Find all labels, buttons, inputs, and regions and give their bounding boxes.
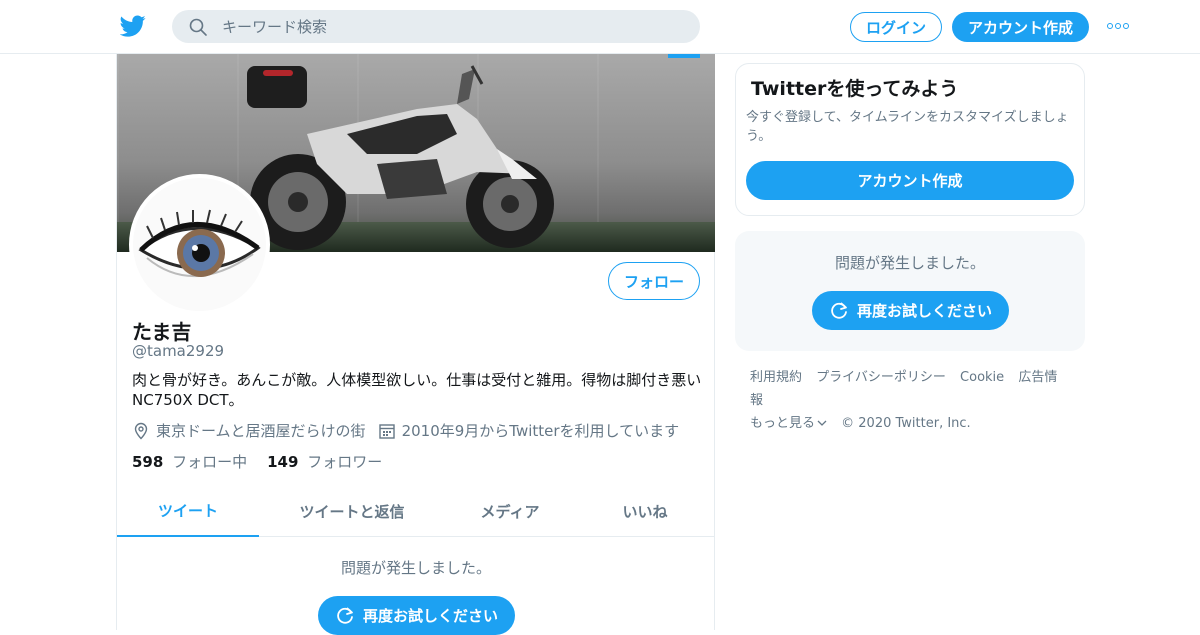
- timeline-error-text: 問題が発生しました。: [340, 559, 491, 577]
- location-text: 東京ドームと居酒屋だらけの街: [156, 422, 366, 440]
- more-dots-icon[interactable]: [1106, 18, 1132, 34]
- eye-avatar-image: [133, 178, 266, 311]
- joined-text: 2010年9月からTwitterを利用しています: [401, 422, 680, 440]
- search-box[interactable]: [172, 10, 700, 43]
- timeline-retry-button[interactable]: 再度お試しください: [318, 596, 515, 635]
- twitter-bird-icon[interactable]: [120, 13, 146, 39]
- sidebar-error-card: 問題が発生しました。 再度お試しください: [735, 231, 1085, 351]
- followers-count: 149: [267, 453, 299, 471]
- chevron-down-icon: [817, 420, 827, 426]
- promo-title: Twitterを使ってみよう: [751, 78, 959, 100]
- avatar[interactable]: [129, 174, 270, 315]
- footer-link-cookie[interactable]: Cookie: [960, 370, 1004, 385]
- footer-link-terms[interactable]: 利用規約: [750, 370, 802, 385]
- profile-joined: 2010年9月からTwitterを利用しています: [378, 420, 680, 441]
- profile-bio: 肉と骨が好き。あんこが敵。人体模型欲しい。仕事は受付と雑用。得物は脚付き悪いNC…: [132, 371, 702, 409]
- search-input[interactable]: [222, 10, 682, 43]
- followers-label: フォロワー: [307, 453, 383, 471]
- promo-text: 今すぐ登録して、タイムラインをカスタマイズしましょう。: [746, 110, 1069, 144]
- follow-button[interactable]: フォロー: [608, 262, 700, 300]
- search-icon: [189, 18, 207, 36]
- following-label: フォロー中: [172, 453, 248, 471]
- profile-name: たま吉: [132, 320, 192, 344]
- profile-meta: 東京ドームと居酒屋だらけの街 2010年9月からTwitterを利用しています: [132, 420, 691, 441]
- tab-tweets-and-replies[interactable]: ツイートと返信: [259, 486, 445, 537]
- copyright-text: © 2020 Twitter, Inc.: [841, 416, 971, 431]
- top-navigation-bar: ログイン アカウント作成: [0, 0, 1200, 54]
- tab-likes[interactable]: いいね: [575, 486, 715, 537]
- profile-column: フォロー たま吉 @tama2929 肉と骨が好き。あんこが敵。人体模型欲しい。…: [116, 54, 715, 635]
- sidebar-retry-button[interactable]: 再度お試しください: [812, 291, 1009, 330]
- profile-tabs: ツイート ツイートと返信 メディア いいね: [117, 486, 715, 537]
- timeline-retry-label: 再度お試しください: [362, 607, 498, 625]
- footer-more-link[interactable]: もっと見る: [750, 416, 827, 431]
- login-button[interactable]: ログイン: [850, 12, 942, 42]
- footer-link-privacy[interactable]: プライバシーポリシー: [816, 370, 946, 385]
- tab-tweets[interactable]: ツイート: [117, 486, 259, 537]
- calendar-icon: [378, 423, 395, 439]
- following-count: 598: [132, 453, 164, 471]
- footer-links: 利用規約 プライバシーポリシー Cookie 広告情報 もっと見る © 2020…: [750, 366, 1080, 435]
- location-pin-icon: [134, 422, 148, 439]
- profile-location: 東京ドームと居酒屋だらけの街: [132, 420, 366, 441]
- profile-handle[interactable]: @tama2929: [132, 342, 224, 360]
- sidebar-retry-label: 再度お試しください: [856, 302, 992, 320]
- followers-stat[interactable]: 149 フォロワー: [267, 451, 382, 472]
- profile-stats: 598 フォロー中 149 フォロワー: [132, 451, 402, 472]
- signup-button[interactable]: アカウント作成: [952, 12, 1089, 42]
- sidebar-error-text: 問題が発生しました。: [834, 254, 985, 272]
- footer-more-label: もっと見る: [750, 416, 816, 431]
- tab-media[interactable]: メディア: [445, 486, 575, 537]
- promo-signup-button[interactable]: アカウント作成: [746, 161, 1074, 200]
- refresh-icon: [831, 302, 847, 319]
- refresh-icon: [337, 607, 353, 624]
- signup-promo-card: Twitterを使ってみよう 今すぐ登録して、タイムラインをカスタマイズしましょ…: [735, 63, 1085, 216]
- following-stat[interactable]: 598 フォロー中: [132, 451, 247, 472]
